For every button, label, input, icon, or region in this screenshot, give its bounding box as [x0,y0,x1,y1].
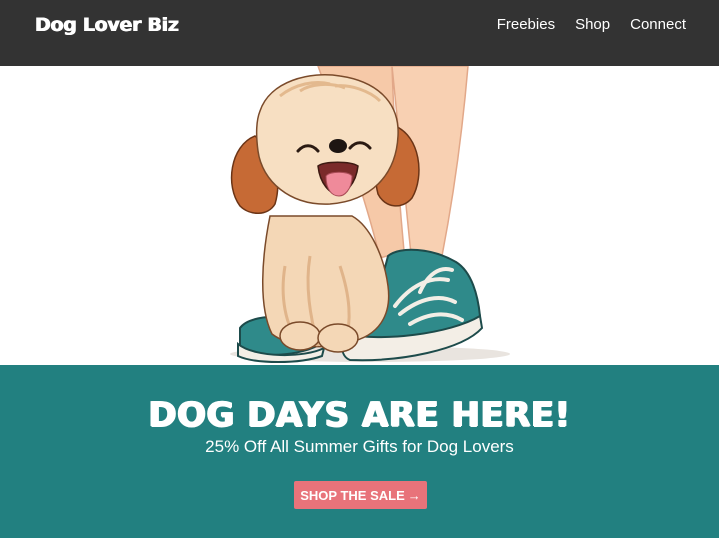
nav-link-shop[interactable]: Shop [575,16,610,33]
puppy-sneakers-illustration [230,66,510,363]
site-logo[interactable]: Dog Lover Biz [35,14,179,36]
promo-banner: DOG DAYS ARE HERE! 25% Off All Summer Gi… [0,365,719,538]
main-nav: Freebies Shop Connect [497,16,686,33]
hero-illustration [0,66,719,365]
nav-link-freebies[interactable]: Freebies [497,16,555,33]
nav-link-connect[interactable]: Connect [630,16,686,33]
promo-headline: DOG DAYS ARE HERE! [148,395,571,435]
arrow-right-icon: → [407,487,421,503]
shop-the-sale-label: SHOP THE SALE [300,487,405,503]
promo-subhead: 25% Off All Summer Gifts for Dog Lovers [205,437,514,456]
top-nav-bar: Dog Lover Biz Freebies Shop Connect [0,0,719,66]
shop-the-sale-button[interactable]: SHOP THE SALE → [294,481,427,509]
